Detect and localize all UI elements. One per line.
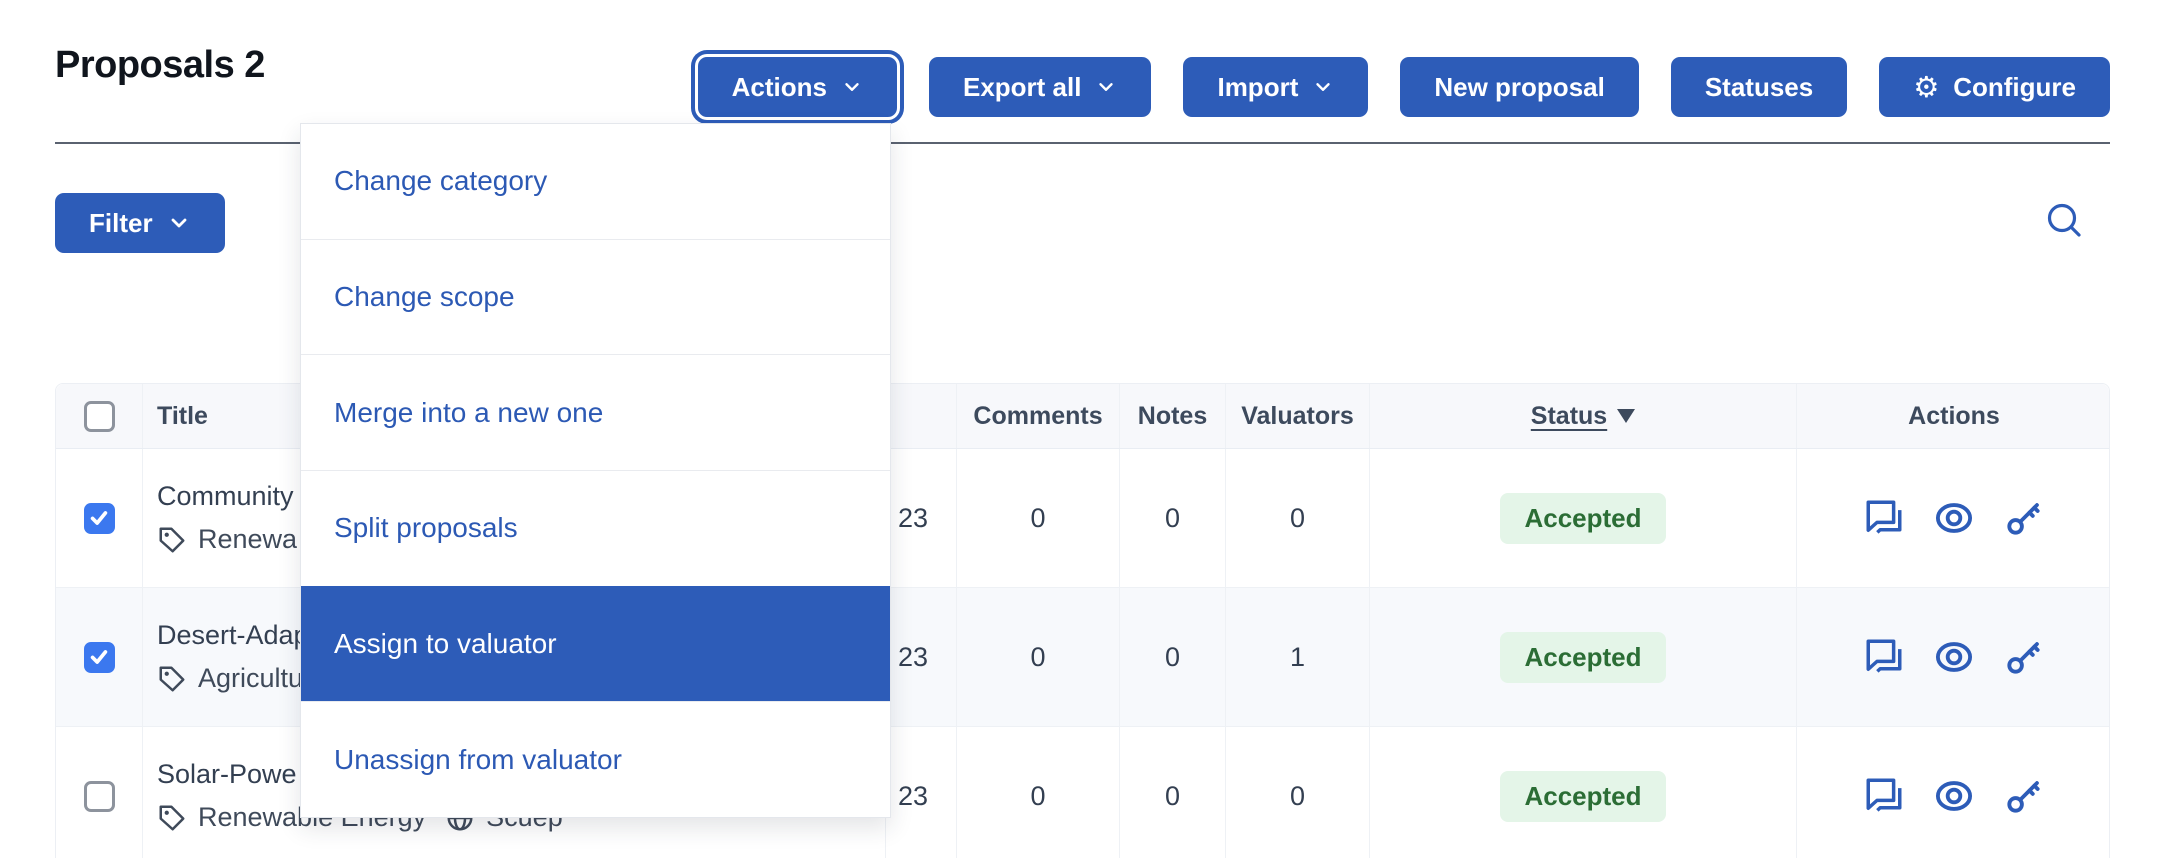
chat-icon <box>1863 497 1905 539</box>
row-checkbox[interactable] <box>84 781 115 812</box>
proposals-admin-page: Proposals 2 Actions Export all Import Ne… <box>0 0 2166 858</box>
eye-icon <box>1933 636 1975 678</box>
gear-icon: ⚙ <box>1913 73 1939 102</box>
column-header-date <box>886 384 957 448</box>
select-all-checkbox[interactable] <box>84 401 115 432</box>
comments-count: 0 <box>957 588 1120 726</box>
toolbar: Actions Export all Import New proposal S… <box>698 57 2110 117</box>
import-button[interactable]: Import <box>1183 57 1368 117</box>
filter-button[interactable]: Filter <box>55 193 225 253</box>
status-badge: Accepted <box>1500 493 1665 544</box>
preview-proposal-button[interactable] <box>1932 635 1976 679</box>
proposal-date: 23 <box>886 588 957 726</box>
proposal-date: 23 <box>886 449 957 587</box>
new-proposal-button[interactable]: New proposal <box>1400 57 1638 117</box>
checkmark-icon <box>88 646 110 668</box>
column-header-valuators: Valuators <box>1226 384 1370 448</box>
eye-icon <box>1933 497 1975 539</box>
import-button-label: Import <box>1217 72 1298 103</box>
chevron-down-icon <box>841 76 863 98</box>
tag-icon <box>157 664 187 694</box>
key-icon <box>2003 636 2045 678</box>
row-checkbox[interactable] <box>84 503 115 534</box>
menu-item-split-proposals[interactable]: Split proposals <box>301 470 890 586</box>
page-title: Proposals 2 <box>55 44 265 87</box>
actions-button-label: Actions <box>732 72 827 103</box>
key-icon <box>2003 775 2045 817</box>
checkmark-icon <box>88 507 110 529</box>
filter-button-label: Filter <box>89 208 153 239</box>
chevron-down-icon <box>1095 76 1117 98</box>
chevron-down-icon <box>1312 76 1334 98</box>
search-button[interactable] <box>2042 198 2088 244</box>
preview-proposal-button[interactable] <box>1932 774 1976 818</box>
search-icon <box>2042 198 2088 244</box>
answer-proposal-button[interactable] <box>1862 774 1906 818</box>
chat-icon <box>1863 636 1905 678</box>
column-header-actions: Actions <box>1797 384 2111 448</box>
menu-item-change-scope[interactable]: Change scope <box>301 239 890 355</box>
new-proposal-button-label: New proposal <box>1434 72 1604 103</box>
menu-item-unassign-from-valuator[interactable]: Unassign from valuator <box>301 701 890 817</box>
status-sort-link[interactable]: Status <box>1531 402 1607 431</box>
notes-count: 0 <box>1120 449 1226 587</box>
configure-button[interactable]: ⚙ Configure <box>1879 57 2110 117</box>
answer-proposal-button[interactable] <box>1862 496 1906 540</box>
menu-item-merge-into-new[interactable]: Merge into a new one <box>301 354 890 470</box>
select-all-cell <box>56 384 143 448</box>
proposal-date: 23 <box>886 727 957 858</box>
permissions-button[interactable] <box>2002 496 2046 540</box>
key-icon <box>2003 497 2045 539</box>
chat-icon <box>1863 775 1905 817</box>
valuators-count: 1 <box>1226 588 1370 726</box>
actions-button[interactable]: Actions <box>698 57 897 117</box>
comments-count: 0 <box>957 727 1120 858</box>
answer-proposal-button[interactable] <box>1862 635 1906 679</box>
menu-item-change-category[interactable]: Change category <box>301 124 890 239</box>
menu-item-assign-to-valuator[interactable]: Assign to valuator <box>301 586 890 702</box>
sort-desc-icon <box>1617 409 1635 423</box>
proposal-category: Renewa <box>198 524 297 555</box>
preview-proposal-button[interactable] <box>1932 496 1976 540</box>
export-all-button[interactable]: Export all <box>929 57 1151 117</box>
column-header-status[interactable]: Status <box>1370 384 1797 448</box>
notes-count: 0 <box>1120 588 1226 726</box>
eye-icon <box>1933 775 1975 817</box>
chevron-down-icon <box>167 211 191 235</box>
export-all-button-label: Export all <box>963 72 1081 103</box>
proposal-category: Agricultu <box>198 663 303 694</box>
status-badge: Accepted <box>1500 771 1665 822</box>
valuators-count: 0 <box>1226 449 1370 587</box>
actions-dropdown-menu: Change category Change scope Merge into … <box>300 123 891 818</box>
permissions-button[interactable] <box>2002 774 2046 818</box>
tag-icon <box>157 803 187 833</box>
status-badge: Accepted <box>1500 632 1665 683</box>
column-header-comments: Comments <box>957 384 1120 448</box>
statuses-button-label: Statuses <box>1705 72 1813 103</box>
proposal-title[interactable]: Desert-Adap <box>157 620 309 651</box>
notes-count: 0 <box>1120 727 1226 858</box>
column-header-notes: Notes <box>1120 384 1226 448</box>
comments-count: 0 <box>957 449 1120 587</box>
valuators-count: 0 <box>1226 727 1370 858</box>
row-checkbox[interactable] <box>84 642 115 673</box>
statuses-button[interactable]: Statuses <box>1671 57 1847 117</box>
configure-button-label: Configure <box>1953 72 2076 103</box>
proposal-title[interactable]: Community <box>157 481 297 512</box>
tag-icon <box>157 525 187 555</box>
permissions-button[interactable] <box>2002 635 2046 679</box>
